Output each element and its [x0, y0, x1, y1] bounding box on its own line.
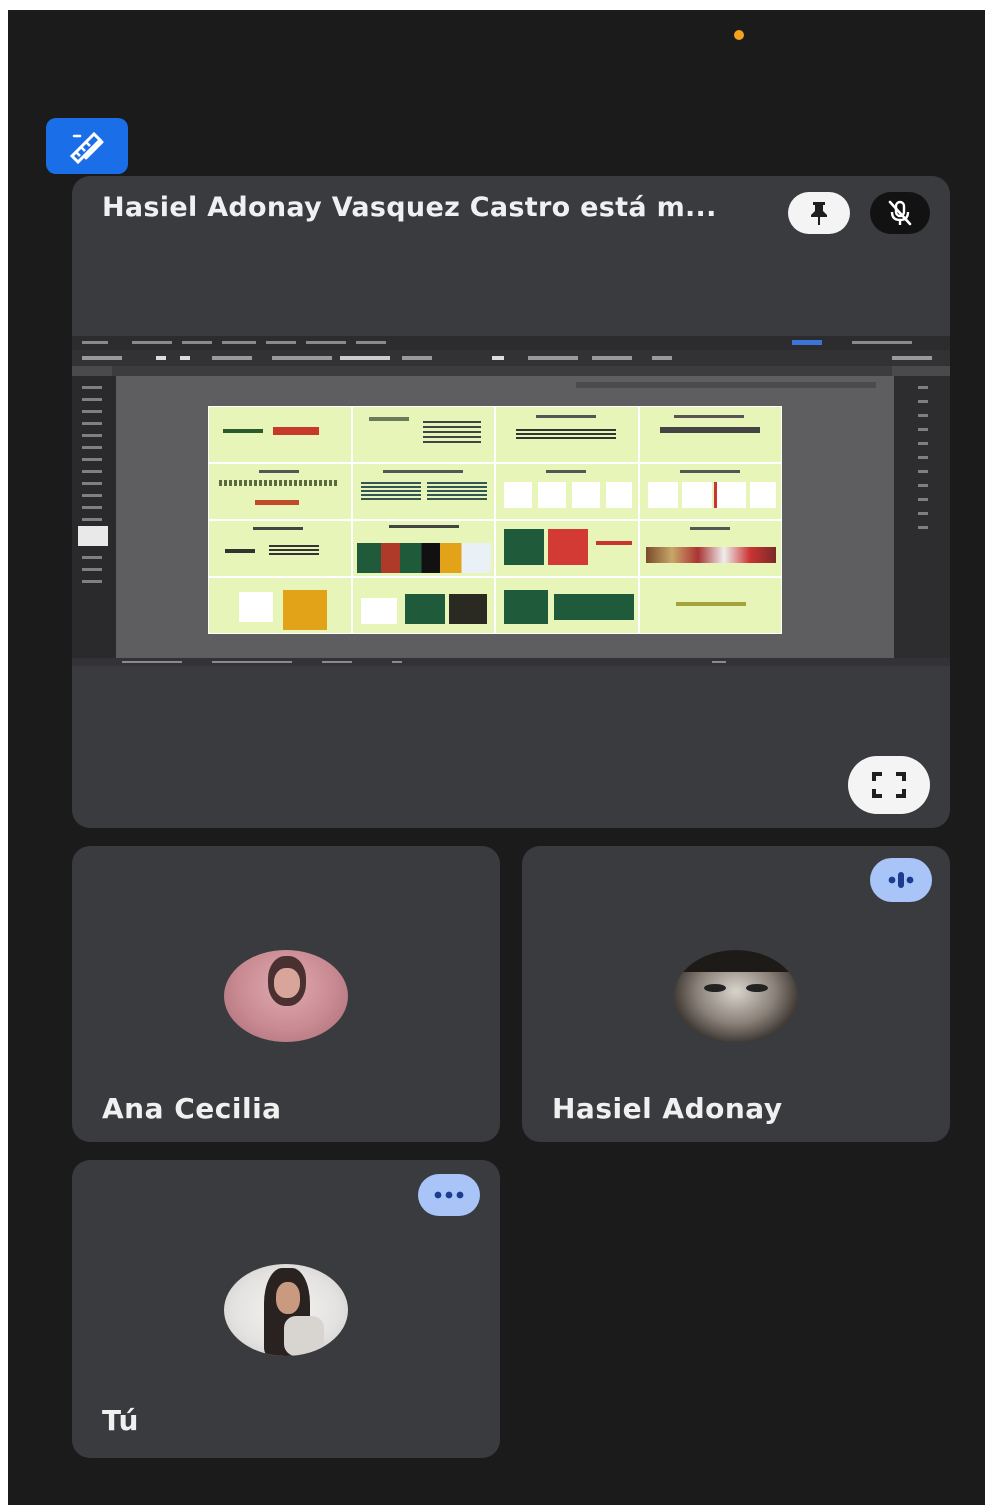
pencil-ruler-icon [69, 131, 104, 164]
participant-tile[interactable]: Ana Cecilia [72, 846, 500, 1142]
participant-name: Tú [102, 1404, 139, 1437]
pin-icon [811, 202, 827, 225]
status-indicator [734, 30, 744, 40]
app-control-bar [72, 350, 950, 366]
fullscreen-icon [872, 772, 906, 798]
shared-screen [72, 336, 950, 666]
presenter-title: Hasiel Adonay Vasquez Castro está m... [102, 192, 717, 223]
speaking-indicator [870, 858, 932, 902]
app-status-bar [72, 658, 950, 666]
more-options-icon [434, 1191, 464, 1199]
participant-tile[interactable]: Hasiel Adonay [522, 846, 950, 1142]
document-tab-bar [112, 366, 892, 376]
participant-name: Hasiel Adonay [552, 1092, 783, 1125]
fullscreen-button[interactable] [848, 756, 930, 814]
app-menubar [72, 336, 950, 350]
whiteboard-button[interactable] [46, 118, 128, 174]
pin-button[interactable] [788, 192, 850, 234]
tools-panel [72, 376, 116, 658]
avatar [224, 950, 348, 1042]
avatar [224, 1264, 348, 1356]
more-options-button[interactable] [418, 1174, 480, 1216]
avatar [674, 950, 798, 1042]
properties-panel [894, 376, 950, 658]
presentation-tile[interactable]: Hasiel Adonay Vasquez Castro está m... [72, 176, 950, 828]
speaking-icon [888, 872, 914, 888]
mic-off-icon [888, 200, 912, 226]
mic-off-indicator [870, 192, 930, 234]
meeting-screen: Hasiel Adonay Vasquez Castro está m... A… [8, 10, 985, 1505]
participant-tile[interactable]: Tú [72, 1160, 500, 1458]
participant-name: Ana Cecilia [102, 1092, 282, 1125]
artboard [208, 406, 782, 634]
design-canvas [116, 376, 894, 658]
